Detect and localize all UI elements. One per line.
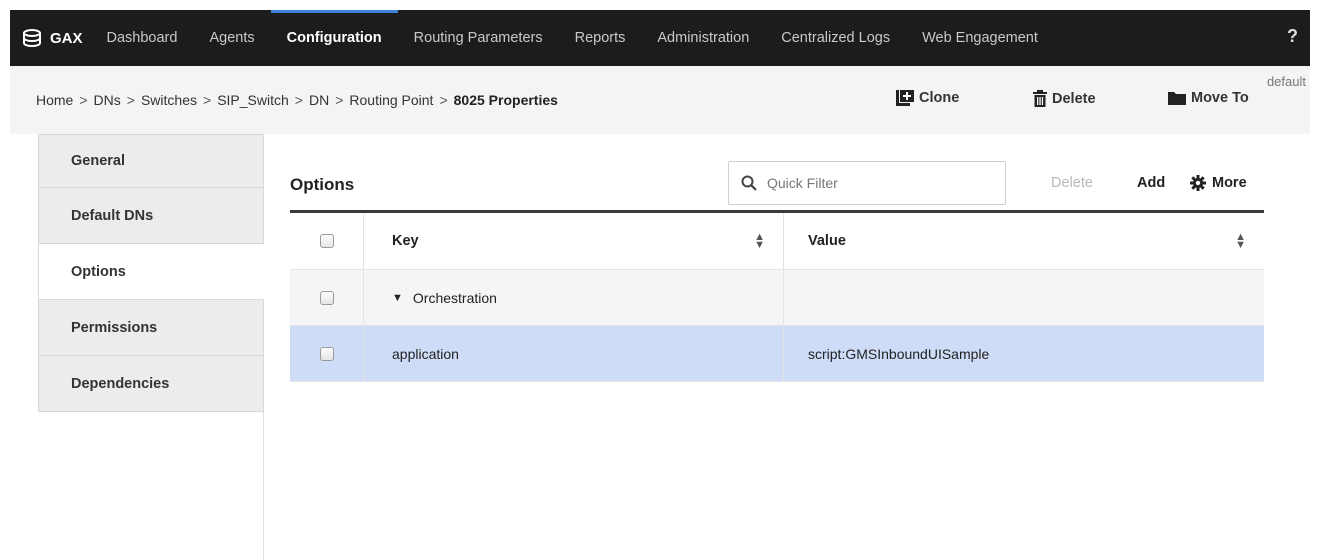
value-column-label: Value — [808, 233, 846, 249]
value-column-header[interactable]: Value ▲ ▼ — [784, 213, 1264, 269]
key-column-header[interactable]: Key ▲ ▼ — [364, 213, 784, 269]
nav-configuration[interactable]: Configuration — [270, 10, 398, 66]
nav-centralized-logs[interactable]: Centralized Logs — [765, 10, 906, 66]
gear-icon — [1190, 175, 1206, 191]
help-button[interactable]: ? — [1287, 26, 1298, 47]
key-cell: ▼ Orchestration — [364, 270, 784, 325]
nav-dashboard[interactable]: Dashboard — [91, 10, 194, 66]
key-column-label: Key — [392, 233, 419, 249]
quick-filter[interactable] — [728, 161, 1006, 205]
collapse-caret-icon[interactable]: ▼ — [392, 292, 403, 304]
brand[interactable]: GAX — [10, 10, 91, 66]
options-add-button[interactable]: Add — [1137, 175, 1165, 191]
select-all-checkbox[interactable] — [319, 234, 334, 248]
value-cell: script:GMSInboundUISample — [784, 326, 1264, 381]
delete-button[interactable]: Delete — [1033, 90, 1096, 107]
tenant-label: default — [1266, 74, 1306, 89]
more-button[interactable]: More — [1190, 175, 1247, 191]
more-label: More — [1212, 175, 1247, 191]
breadcrumb-separator: > — [439, 92, 448, 108]
options-delete-button[interactable]: Delete — [1051, 175, 1093, 191]
nav-reports[interactable]: Reports — [559, 10, 642, 66]
breadcrumb-dn[interactable]: DN — [309, 92, 329, 108]
options-title: Options — [290, 175, 355, 194]
tab-default-dns[interactable]: Default DNs — [38, 188, 264, 244]
section-name: Orchestration — [412, 289, 497, 306]
top-navigation-bar: GAX Dashboard Agents Configuration Routi… — [10, 10, 1310, 66]
breadcrumb-home[interactable]: Home — [36, 92, 73, 108]
key-cell: application — [364, 326, 784, 381]
trash-icon — [1033, 90, 1047, 107]
row-checkbox[interactable] — [319, 290, 334, 305]
nav-routing-parameters[interactable]: Routing Parameters — [398, 10, 559, 66]
tab-general[interactable]: General — [38, 134, 264, 188]
brand-label: GAX — [50, 29, 83, 47]
breadcrumb-switches[interactable]: Switches — [141, 92, 197, 108]
breadcrumb-sip-switch[interactable]: SIP_Switch — [217, 92, 289, 108]
tab-permissions[interactable]: Permissions — [38, 300, 264, 356]
sort-icon[interactable]: ▲ ▼ — [1235, 232, 1246, 251]
row-checkbox-cell — [290, 270, 364, 325]
value-cell — [784, 270, 1264, 325]
breadcrumb-separator: > — [294, 92, 303, 108]
breadcrumb-routing-point[interactable]: Routing Point — [349, 92, 433, 108]
sort-icon[interactable]: ▲ ▼ — [754, 232, 765, 251]
table-header-row: Key ▲ ▼ Value ▲ ▼ — [290, 213, 1264, 270]
table-row[interactable]: ▼ Orchestration — [290, 270, 1264, 326]
option-value: script:GMSInboundUISample — [808, 345, 990, 362]
tab-options[interactable]: Options — [38, 244, 264, 300]
breadcrumb-separator: > — [203, 92, 212, 108]
nav-agents[interactable]: Agents — [193, 10, 270, 66]
breadcrumb: Home > DNs > Switches > SIP_Switch > DN … — [36, 92, 558, 108]
table-row[interactable]: application script:GMSInboundUISample — [290, 326, 1264, 382]
row-checkbox-cell — [290, 326, 364, 381]
database-icon — [23, 29, 41, 47]
clone-button[interactable]: Clone — [896, 90, 959, 106]
tab-dependencies[interactable]: Dependencies — [38, 356, 264, 412]
nav-administration[interactable]: Administration — [641, 10, 765, 66]
clone-label: Clone — [919, 90, 960, 106]
select-all-cell — [290, 213, 364, 269]
options-table: Key ▲ ▼ Value ▲ ▼ ▼ Orchestration applic… — [290, 210, 1264, 382]
breadcrumb-separator: > — [126, 92, 135, 108]
breadcrumb-bar: Home > DNs > Switches > SIP_Switch > DN … — [10, 66, 1310, 134]
breadcrumb-dns[interactable]: DNs — [94, 92, 121, 108]
breadcrumb-separator: > — [335, 92, 344, 108]
row-checkbox[interactable] — [319, 346, 334, 361]
quick-filter-input[interactable] — [767, 175, 987, 191]
search-icon — [741, 175, 757, 191]
clone-icon — [896, 90, 914, 106]
folder-icon — [1168, 92, 1186, 105]
option-key: application — [392, 345, 459, 362]
move-to-label: Move To — [1191, 90, 1249, 106]
breadcrumb-current-page: 8025 Properties — [453, 92, 558, 108]
nav-web-engagement[interactable]: Web Engagement — [906, 10, 1054, 66]
main-panel: General Default DNs Options Permissions … — [10, 134, 1290, 560]
delete-label: Delete — [1052, 90, 1096, 107]
breadcrumb-separator: > — [79, 92, 88, 108]
side-tabs: General Default DNs Options Permissions … — [38, 134, 264, 560]
move-to-button[interactable]: Move To — [1168, 90, 1249, 106]
